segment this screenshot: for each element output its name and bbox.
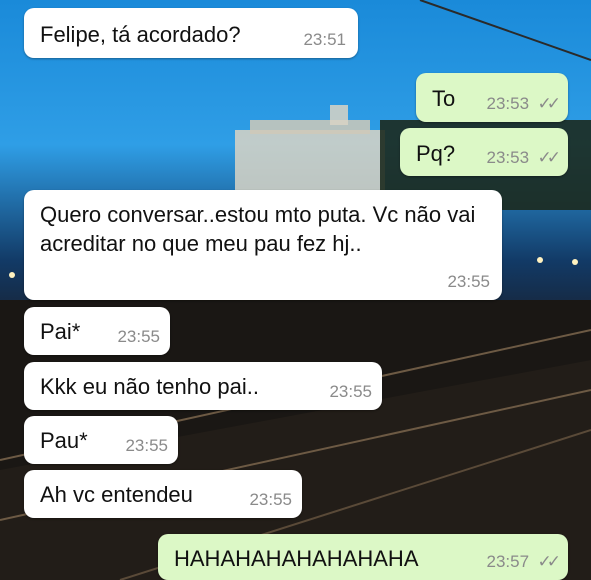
message-timestamp: 23:53	[486, 94, 530, 113]
message-bubble-outgoing[interactable]: To 23:53 ✓✓	[416, 73, 568, 122]
message-text: HAHAHAHAHAHAHAHA	[174, 546, 419, 571]
double-check-read-icon: ✓✓	[537, 552, 561, 571]
message-text: To	[432, 86, 456, 111]
message-text: Quero conversar..estou mto puta. Vc não …	[40, 202, 482, 256]
message-bubble-incoming[interactable]: Felipe, tá acordado? 23:51	[24, 8, 358, 58]
message-text: Pq?	[416, 141, 456, 166]
message-text: Pau*	[40, 428, 88, 453]
message-bubble-incoming[interactable]: Pau* 23:55	[24, 416, 178, 464]
double-check-read-icon: ✓✓	[537, 94, 561, 113]
message-timestamp: 23:51	[303, 30, 346, 49]
message-text: Felipe, tá acordado?	[40, 22, 241, 47]
message-timestamp: 23:57	[486, 552, 530, 571]
message-text: Kkk eu não tenho pai..	[40, 374, 259, 399]
message-timestamp: 23:55	[249, 490, 292, 509]
message-timestamp: 23:53	[486, 148, 530, 167]
message-bubble-incoming[interactable]: Quero conversar..estou mto puta. Vc não …	[24, 190, 502, 300]
message-text: Ah vc entendeu	[40, 482, 193, 507]
message-bubble-incoming[interactable]: Pai* 23:55	[24, 307, 170, 355]
message-bubble-outgoing[interactable]: HAHAHAHAHAHAHAHA 23:57 ✓✓	[158, 534, 568, 580]
message-bubble-outgoing[interactable]: Pq? 23:53 ✓✓	[400, 128, 568, 176]
message-bubble-incoming[interactable]: Ah vc entendeu 23:55	[24, 470, 302, 518]
message-timestamp: 23:55	[117, 327, 160, 346]
message-timestamp: 23:55	[125, 436, 168, 455]
message-timestamp: 23:55	[447, 272, 490, 291]
message-text: Pai*	[40, 319, 81, 344]
double-check-read-icon: ✓✓	[537, 148, 561, 167]
message-timestamp: 23:55	[329, 382, 372, 401]
message-bubble-incoming[interactable]: Kkk eu não tenho pai.. 23:55	[24, 362, 382, 410]
